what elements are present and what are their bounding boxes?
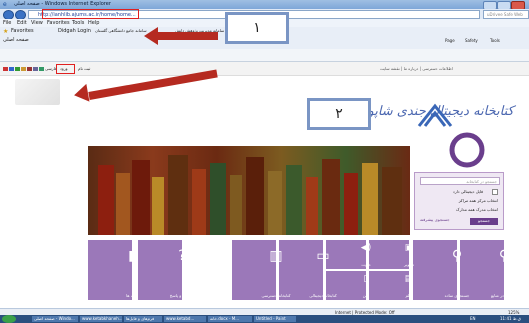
login-highlight-box xyxy=(56,64,75,74)
magnifier-icon: ⚲ xyxy=(498,248,510,264)
callout-arrow-2-head xyxy=(72,83,90,105)
tab-strip xyxy=(0,49,529,62)
register-link[interactable]: ثبت نام xyxy=(78,66,90,71)
center-select[interactable]: انتخاب مرکز همه مراکز xyxy=(459,198,498,203)
callout-arrow-1 xyxy=(158,32,218,40)
command-safety[interactable]: Safety xyxy=(465,38,478,43)
menu-favorites[interactable]: Favorites xyxy=(47,20,70,26)
taskbar: صفحه اصلی - Windo... www.ketabkhaneh... … xyxy=(0,315,529,323)
film-icon: ▤ xyxy=(404,274,414,284)
ie-logo-icon: e xyxy=(3,1,7,8)
favorites-star-icon: ★ xyxy=(3,28,9,35)
tile-blank xyxy=(185,240,229,300)
start-button[interactable] xyxy=(2,315,16,323)
magnifier-icon: ⚲ xyxy=(451,248,463,264)
taskbar-item[interactable]: Untitled - Paint xyxy=(254,316,296,322)
callout-box-2: ۲ xyxy=(307,98,371,130)
favorite-didgah[interactable]: Didgah Login xyxy=(58,28,91,34)
window-title: صفحه اصلی - Windows Internet Explorer xyxy=(14,1,111,7)
document-icon: ▯ xyxy=(363,274,369,284)
taskbar-item[interactable]: www.ketabd... xyxy=(164,316,206,322)
flag-icon[interactable] xyxy=(39,67,44,71)
document-select[interactable]: انتخاب مدرک همه مدارک xyxy=(456,207,498,212)
window-title-bar: e صفحه اصلی - Windows Internet Explorer xyxy=(0,0,529,9)
flag-icon[interactable] xyxy=(15,67,20,71)
book-icon: ▮ xyxy=(128,248,136,264)
tile-grid: ⚲ جستجو در منابع ⚲ جستجوی ساده ▣ تصویر ▤… xyxy=(88,240,517,303)
flag-icon[interactable] xyxy=(27,67,32,71)
speaker-icon: ◀) xyxy=(360,243,372,253)
menu-help[interactable]: Help xyxy=(88,20,99,26)
lang-farsi-link[interactable]: فارسی xyxy=(45,66,57,71)
flag-icon[interactable] xyxy=(3,67,8,71)
library-search-input[interactable]: جستجو در کتابخانه xyxy=(420,177,500,185)
monitor-icon: ▭ xyxy=(316,248,330,264)
advanced-search-link[interactable]: جستجوی پیشرفته xyxy=(420,217,450,222)
favorites-label[interactable]: Favorites xyxy=(11,28,34,34)
menu-view[interactable]: View xyxy=(31,20,43,26)
input-language[interactable]: EN xyxy=(470,316,476,321)
search-placeholder: uDrivee Safe Web xyxy=(487,12,523,17)
tile-library-access[interactable]: ▥ کتابخانه دسترسی xyxy=(232,240,291,300)
tile-books[interactable]: ▮ کتب ها xyxy=(88,240,138,300)
site-logo-icon xyxy=(417,103,453,127)
digital-file-checkbox-label: فایل دیجیتالی دارد xyxy=(452,189,483,194)
menu-tools[interactable]: Tools xyxy=(72,20,84,26)
taskbar-item[interactable]: خانه.docx - M... xyxy=(208,316,252,322)
callout-box-1: ۱ xyxy=(225,12,289,44)
menu-edit[interactable]: Edit xyxy=(17,20,27,26)
search-input[interactable]: uDrivee Safe Web xyxy=(483,10,529,19)
digital-file-checkbox[interactable] xyxy=(492,189,498,195)
taskbar-item[interactable]: www.ketabkhaneh... xyxy=(80,316,122,322)
clock: 11:41 ق.ظ xyxy=(500,316,521,321)
callout-arrow-1-head xyxy=(144,27,158,45)
flag-icon[interactable] xyxy=(9,67,14,71)
command-page[interactable]: Page xyxy=(445,38,455,43)
image-icon: ▣ xyxy=(404,243,414,253)
favorite-golestan[interactable]: سامانه جامع دانشگاهی گلستان xyxy=(95,28,147,33)
decorative-building-image xyxy=(15,79,60,105)
taskbar-item[interactable]: فرم‌های و فایل‌ها xyxy=(124,316,162,322)
command-tools[interactable]: Tools xyxy=(490,38,500,43)
flag-icon[interactable] xyxy=(21,67,26,71)
menu-file[interactable]: File xyxy=(3,20,11,26)
library-search-placeholder: جستجو در کتابخانه xyxy=(466,179,497,184)
site-links[interactable]: اطلاعات دسترسی | درباره ما | نقشه سایت xyxy=(380,66,453,71)
library-banner-image xyxy=(88,146,410,235)
taskbar-item[interactable]: صفحه اصلی - Windo... xyxy=(32,316,78,322)
search-submit-button[interactable]: جستجو xyxy=(470,218,498,225)
page-tab-title[interactable]: صفحه اصلی xyxy=(3,37,29,43)
search-magnifier-icon xyxy=(449,132,485,168)
flag-icon[interactable] xyxy=(33,67,38,71)
url-highlight-box xyxy=(42,9,139,19)
books-icon: ▥ xyxy=(269,248,283,264)
search-panel: جستجو در کتابخانه فایل دیجیتالی دارد انت… xyxy=(414,172,504,230)
